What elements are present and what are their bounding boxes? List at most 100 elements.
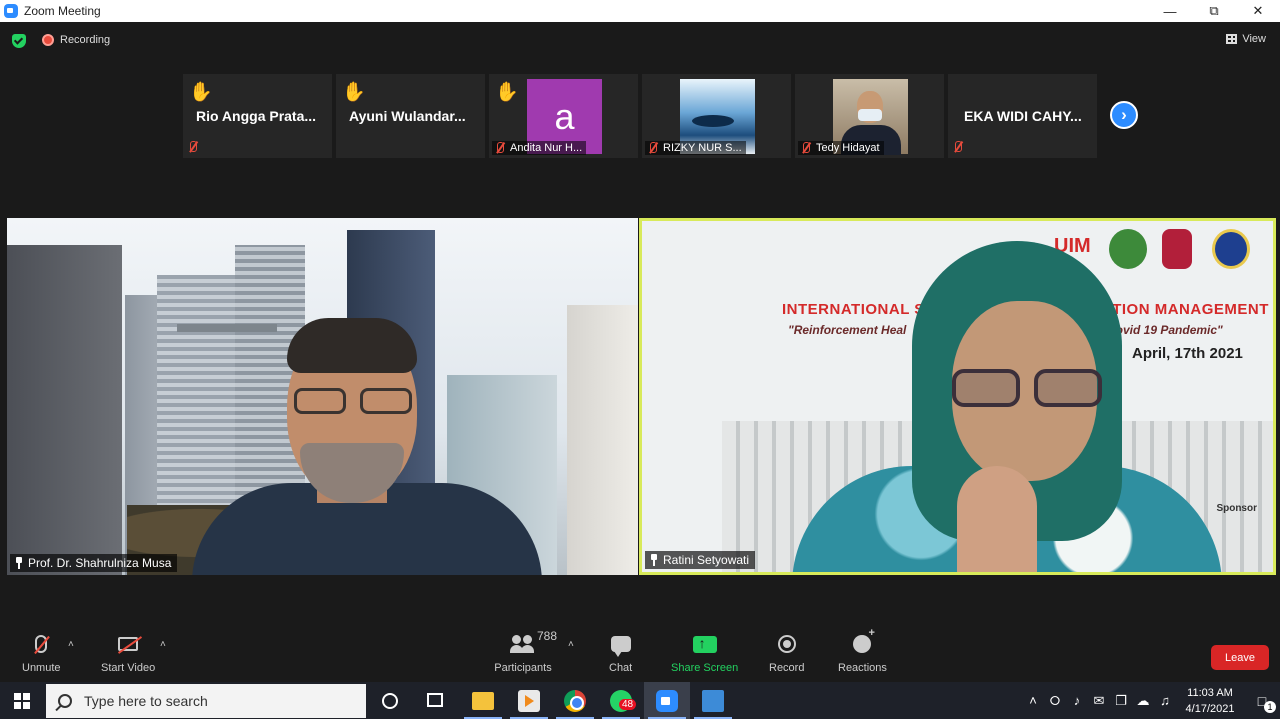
zoom-app-icon (4, 4, 18, 18)
show-hidden-icons-icon[interactable]: ˄ (1022, 693, 1044, 708)
clock-time: 11:03 AM (1187, 686, 1233, 699)
participant-name: RIZKY NUR S... (663, 142, 742, 154)
notification-count-badge: 1 (1264, 700, 1276, 713)
window-title: Zoom Meeting (24, 4, 101, 18)
record-icon (777, 635, 796, 653)
recording-indicator[interactable]: Recording (42, 34, 110, 46)
muted-mic-icon (646, 141, 660, 155)
remote-desktop-icon[interactable] (702, 690, 724, 712)
video-tile-left[interactable]: Prof. Dr. Shahrulniza Musa (7, 218, 638, 575)
minimize-button[interactable]: — (1148, 0, 1192, 22)
participant-name: Prof. Dr. Shahrulniza Musa (28, 556, 172, 570)
onedrive-icon[interactable]: ☁ (1132, 693, 1154, 709)
search-placeholder: Type here to search (84, 693, 208, 709)
volume-icon[interactable]: ♫ (1154, 693, 1176, 708)
audio-options-caret-icon[interactable]: ˄ (68, 639, 74, 650)
participant-name: Tedy Hidayat (816, 142, 880, 154)
pin-icon (14, 557, 24, 569)
participant-count: 788 (537, 629, 558, 643)
taskbar-clock[interactable]: 11:03 AM 4/17/2021 (1176, 685, 1244, 717)
reaction-smile-icon (853, 627, 875, 653)
share-screen-icon (692, 635, 717, 653)
task-view-icon[interactable] (427, 693, 443, 707)
chrome-icon[interactable] (564, 690, 586, 712)
speaker-video (182, 313, 562, 575)
muted-mic-icon (951, 140, 965, 154)
participant-name: EKA WIDI CAHY... (964, 108, 1082, 124)
view-label: View (1242, 33, 1266, 45)
windows-taskbar: Type here to search 48 ˄ ⭘ ♪ ✉ ❐ ☁ ♫ 11:… (0, 682, 1280, 719)
participant-name: Andita Nur H... (510, 142, 583, 154)
chat-button[interactable]: Chat (609, 631, 632, 674)
system-tray: ˄ ⭘ ♪ ✉ ❐ ☁ ♫ 11:03 AM 4/17/2021 □ 1 (1022, 682, 1280, 719)
leave-button[interactable]: Leave (1211, 645, 1269, 670)
share-screen-button[interactable]: Share Screen (671, 631, 738, 675)
next-page-arrow-button[interactable]: › (1110, 101, 1138, 129)
participant-name-label: RIZKY NUR S... (645, 141, 746, 155)
unmute-label: Unmute (22, 662, 61, 674)
chat-icon (610, 636, 631, 657)
chat-label: Chat (609, 662, 633, 674)
raised-hand-icon: ✋ (189, 82, 213, 103)
meeting-toolbar: Unmute ˄ Start Video ˄ 788 Participants … (0, 625, 1280, 682)
cortana-icon[interactable] (382, 693, 398, 709)
muted-mic-icon (799, 141, 813, 155)
search-icon (58, 694, 72, 708)
thumbnail-participant[interactable]: ✋ a Andita Nur H... (489, 74, 638, 158)
meeting-status-row: Recording View (0, 22, 1280, 62)
video-tile-right-active-speaker[interactable]: UIM INTERNATIONAL SEM ATION MANAGEMENT "… (639, 218, 1276, 575)
recording-label: Recording (60, 34, 111, 46)
raised-hand-icon: ✋ (342, 82, 366, 103)
view-button[interactable]: View (1226, 33, 1266, 45)
windows-start-icon[interactable] (14, 693, 30, 709)
muted-mic-icon (186, 140, 200, 154)
participant-name: Ayuni Wulandar... (349, 108, 466, 124)
clock-date: 4/17/2021 (1185, 702, 1235, 715)
pin-icon (649, 554, 659, 566)
raised-hand-icon: ✋ (495, 82, 519, 103)
tile-name-label: Ratini Setyowati (645, 551, 756, 569)
participants-icon (510, 635, 536, 653)
thumbnail-participant[interactable]: Tedy Hidayat (795, 74, 944, 158)
meet-now-icon[interactable]: ⭘ (1044, 693, 1066, 709)
notification-center-button[interactable]: □ 1 (1244, 693, 1280, 713)
mail-icon[interactable]: ✉ (1088, 693, 1110, 709)
participants-label: Participants (494, 662, 552, 674)
grid-view-icon (1226, 34, 1238, 44)
encryption-shield-icon[interactable] (12, 34, 26, 48)
sponsor-label: Sponsor (1216, 503, 1257, 514)
record-button[interactable]: Record (769, 631, 804, 674)
window-controls: — ⧉ ✕ (1148, 0, 1280, 22)
reactions-button[interactable]: Reactions (838, 627, 887, 674)
thumbnail-participant[interactable]: ✋ Ayuni Wulandar... (336, 74, 485, 158)
participant-name-label: Andita Nur H... (492, 141, 587, 155)
thumbnail-participant[interactable]: RIZKY NUR S... (642, 74, 791, 158)
start-video-button[interactable]: Start Video (101, 631, 155, 674)
muted-mic-icon (35, 635, 48, 653)
participant-thumbnail-strip: ✋ Rio Angga Prata... ✋ Ayuni Wulandar...… (183, 74, 1101, 158)
reactions-label: Reactions (838, 662, 887, 674)
recording-dot-icon (42, 34, 54, 46)
thumbnail-participant[interactable]: ✋ Rio Angga Prata... (183, 74, 332, 158)
participants-button[interactable]: 788 Participants (493, 629, 557, 674)
participant-name: Rio Angga Prata... (196, 108, 317, 124)
thumbnail-participant[interactable]: EKA WIDI CAHY... (948, 74, 1097, 158)
taskbar-search-box[interactable]: Type here to search (46, 684, 366, 718)
restore-button[interactable]: ⧉ (1192, 0, 1236, 22)
window-titlebar: Zoom Meeting — ⧉ ✕ (0, 0, 1280, 22)
close-button[interactable]: ✕ (1236, 0, 1280, 22)
video-off-icon (118, 637, 139, 651)
participants-options-caret-icon[interactable]: ˄ (568, 639, 574, 650)
network-icon[interactable]: ❐ (1110, 693, 1132, 709)
start-video-label: Start Video (101, 662, 156, 674)
video-options-caret-icon[interactable]: ˄ (160, 639, 166, 650)
file-explorer-icon[interactable] (472, 692, 494, 710)
tile-name-label: Prof. Dr. Shahrulniza Musa (10, 554, 178, 572)
muted-mic-icon (493, 141, 507, 155)
whatsapp-unread-badge: 48 (619, 699, 637, 710)
microphone-icon[interactable]: ♪ (1066, 693, 1088, 708)
zoom-taskbar-icon[interactable] (656, 690, 678, 712)
unmute-button[interactable]: Unmute (22, 631, 61, 674)
media-player-icon[interactable] (518, 690, 540, 712)
record-label: Record (769, 662, 805, 674)
